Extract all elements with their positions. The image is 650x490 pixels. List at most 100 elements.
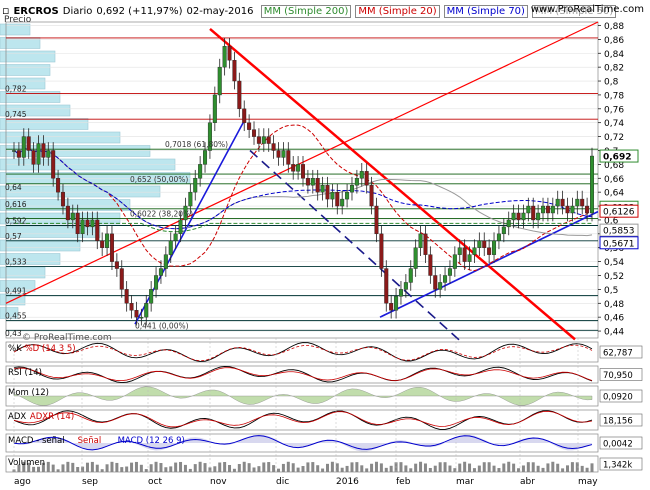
volume-bar xyxy=(482,462,486,472)
volume-bar xyxy=(66,461,70,472)
candle-body xyxy=(232,59,237,82)
x-tick-label: nov xyxy=(210,477,227,487)
volume-profile-bar xyxy=(0,131,121,144)
volume-bar xyxy=(531,462,535,472)
candle-body xyxy=(60,191,65,207)
volume-bar xyxy=(541,467,545,472)
candle-body xyxy=(408,268,413,283)
volume-bar xyxy=(423,463,427,472)
y-tick-label: 0,82 xyxy=(604,64,624,74)
fib-label: 0,652 (50,00%) xyxy=(130,175,188,184)
left-level-label: 0,64 xyxy=(5,183,22,192)
fib-label: 0,7018 (61,80%) xyxy=(165,140,228,149)
candle-body xyxy=(301,164,306,179)
site-link[interactable]: www.ProRealTime.com xyxy=(531,4,644,15)
candle-body xyxy=(398,289,403,297)
candle-body xyxy=(70,212,75,221)
candle-body xyxy=(26,136,31,151)
indicator-name: ADX xyxy=(8,412,26,422)
volume-bar xyxy=(497,468,501,472)
volume-bar xyxy=(281,463,285,472)
indicator-panel xyxy=(5,409,599,431)
volume-bar xyxy=(472,468,476,472)
volume-bar xyxy=(242,461,246,472)
candle-body xyxy=(11,150,16,152)
y-tick-label: 0,88 xyxy=(604,22,624,32)
legend-ma200[interactable]: MM (Simple 200) xyxy=(260,5,352,18)
candle-body xyxy=(310,178,315,186)
candle-body xyxy=(570,205,575,214)
indicator-value: 70,950 xyxy=(603,371,633,381)
left-level-label: 0,491 xyxy=(5,287,27,296)
legend-ma20[interactable]: MM (Simple 20) xyxy=(355,5,440,18)
candle-body xyxy=(457,247,462,255)
candle-body xyxy=(315,178,320,193)
y-tick-label: 0,52 xyxy=(604,272,624,282)
volume-bar xyxy=(95,464,99,472)
volume-bar xyxy=(247,463,251,472)
volume-bar xyxy=(134,461,138,472)
x-tick-label: mar xyxy=(456,477,474,487)
volume-bar xyxy=(370,463,374,472)
volume-bar xyxy=(350,462,354,472)
volume-bar xyxy=(526,462,530,472)
candle-body xyxy=(261,136,266,144)
candle-body xyxy=(154,275,159,290)
volume-bar xyxy=(90,461,94,472)
volume-bar xyxy=(487,462,491,472)
x-tick-label: abr xyxy=(520,477,535,487)
candle-body xyxy=(139,316,144,319)
candle-body xyxy=(550,205,555,214)
candle-body xyxy=(149,289,154,304)
volume-profile-bar xyxy=(0,266,46,279)
volume-bar xyxy=(477,465,481,472)
x-tick-label: 2016 xyxy=(336,477,359,487)
candle-body xyxy=(105,233,110,248)
volume-bar xyxy=(85,462,89,472)
candle-body xyxy=(276,150,281,158)
volume-bar xyxy=(159,463,163,472)
volume-bar xyxy=(316,465,320,472)
candle-body xyxy=(452,254,457,269)
volume-bar xyxy=(590,463,594,472)
candle-body xyxy=(325,185,330,200)
indicator-label2: Señal xyxy=(78,436,102,446)
candle-body xyxy=(266,136,271,144)
candle-body xyxy=(16,150,21,158)
volume-bar xyxy=(438,462,442,472)
volume-bar xyxy=(409,468,413,472)
volume-bar xyxy=(566,465,570,472)
volume-bar xyxy=(154,461,158,472)
candle-body xyxy=(256,136,261,144)
volume-bar xyxy=(125,466,129,472)
indicator-panel xyxy=(5,341,599,363)
candle-body xyxy=(134,310,139,318)
volume-bar xyxy=(262,462,266,472)
left-level-label: 0,455 xyxy=(5,312,27,321)
candle-body xyxy=(521,212,526,221)
candle-body xyxy=(374,205,379,235)
volume-bar xyxy=(521,465,525,472)
volume-bar xyxy=(536,465,540,472)
volume-bar xyxy=(130,462,134,472)
volume-bar xyxy=(360,465,364,472)
left-level-label: 0,782 xyxy=(5,85,27,94)
candle-body xyxy=(345,191,350,200)
candle-body xyxy=(222,46,227,68)
volume-bar xyxy=(237,464,241,472)
volume-bar xyxy=(139,464,143,472)
candle-body xyxy=(443,275,448,283)
volume-bar xyxy=(193,464,197,472)
volume-bar xyxy=(149,464,153,472)
indicator-label3: MACD (12 26 9) xyxy=(118,436,185,446)
price-tag-label: 0,6126 xyxy=(603,208,635,218)
legend-ma70[interactable]: MM (Simple 70) xyxy=(443,5,528,18)
volume-bar xyxy=(507,461,511,472)
volume-bar xyxy=(517,468,521,472)
candle-body xyxy=(349,185,354,193)
y-tick-label: 0,44 xyxy=(604,328,624,338)
volume-bar xyxy=(56,469,60,472)
volume-bar xyxy=(311,462,315,472)
indicator-name: Mom (12) xyxy=(8,388,49,398)
period: Diario xyxy=(62,6,93,17)
